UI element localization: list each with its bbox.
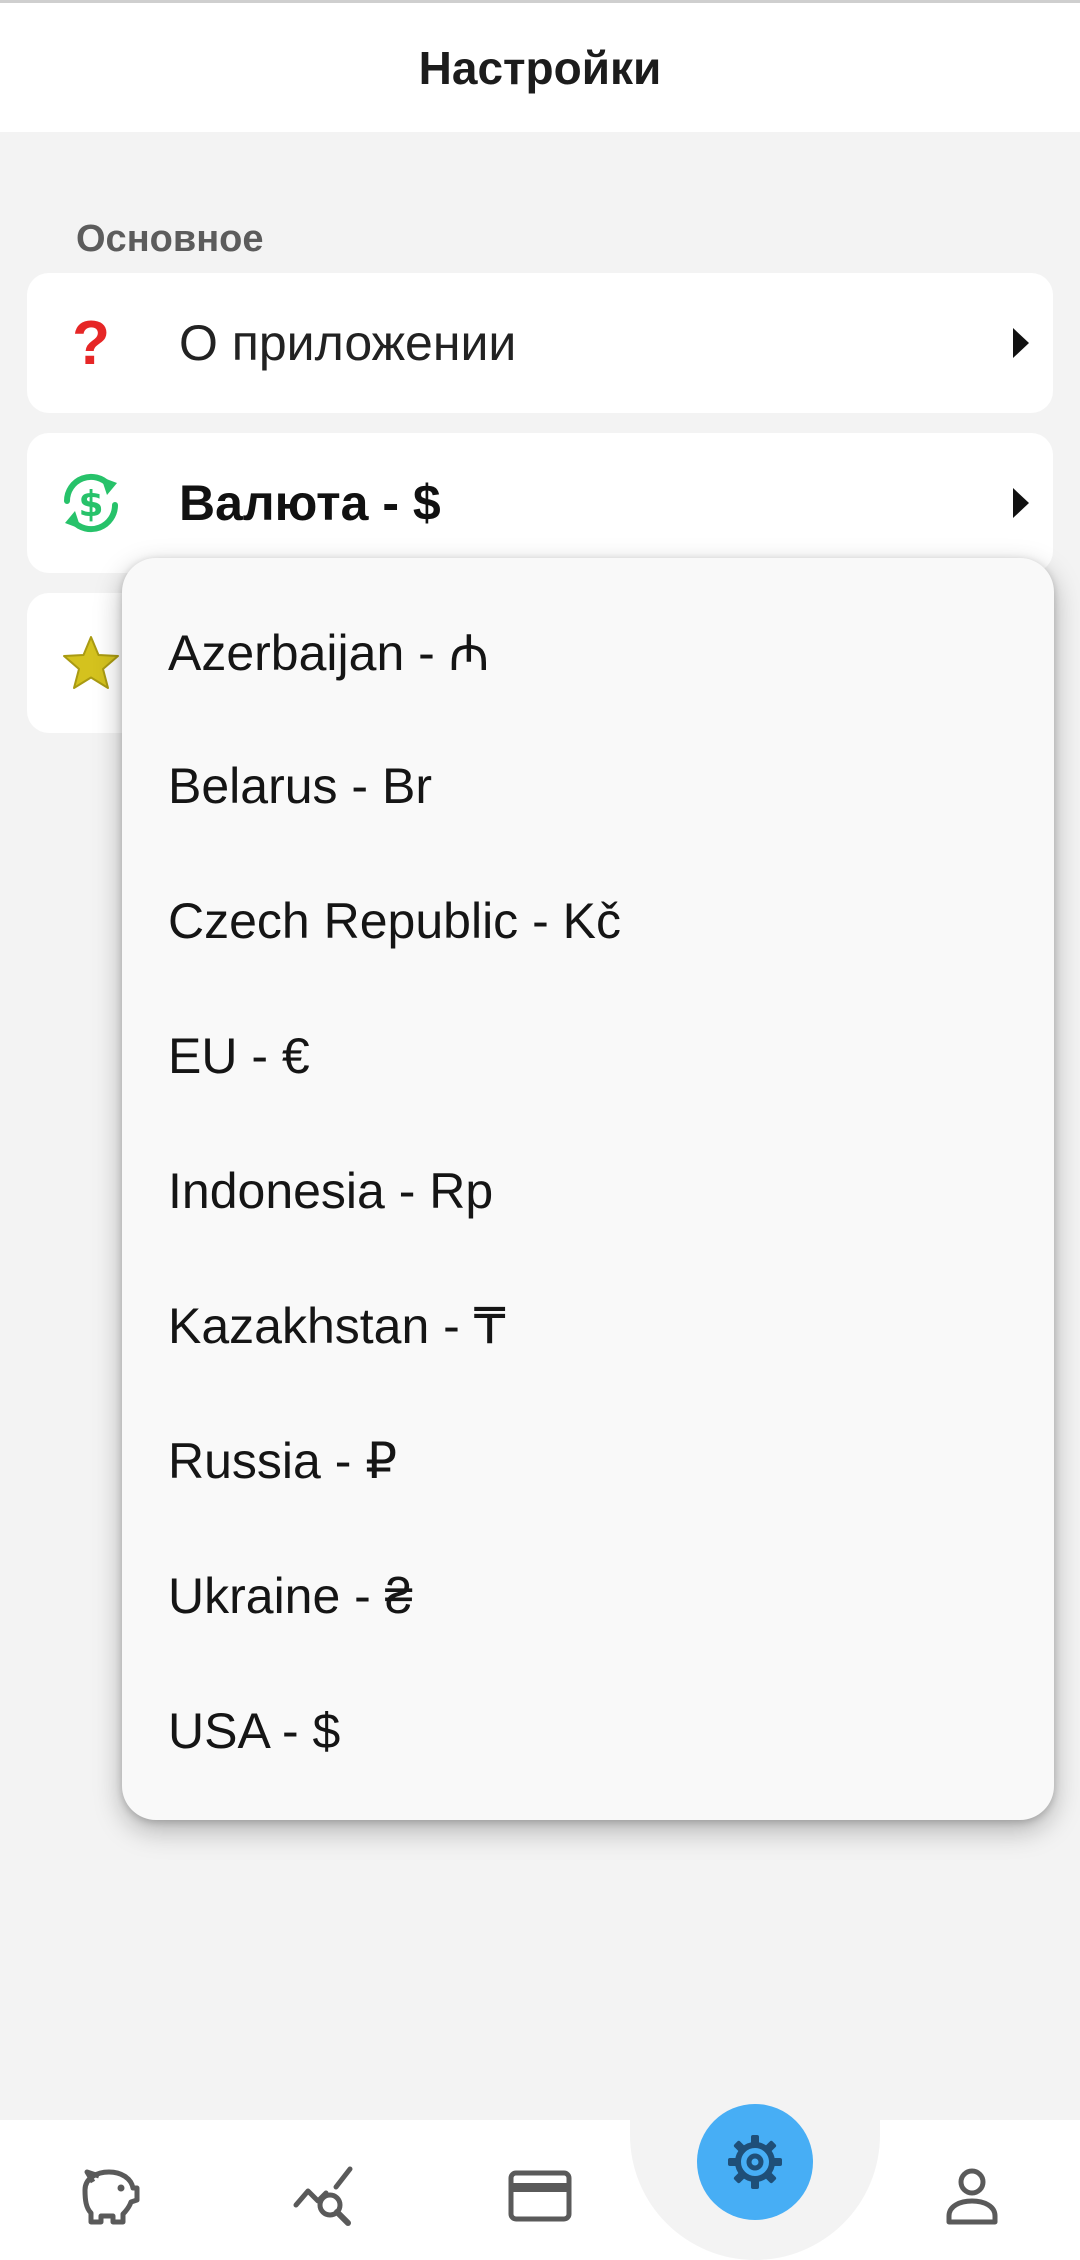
currency-option-eu[interactable]: EU - € — [122, 988, 1054, 1123]
chevron-right-icon — [1013, 328, 1029, 358]
question-icon: ? — [72, 308, 110, 378]
section-label: Основное — [76, 218, 264, 260]
currency-option-czech-republic[interactable]: Czech Republic - Kč — [122, 853, 1054, 988]
piggy-bank-icon[interactable] — [70, 2158, 146, 2234]
analytics-icon[interactable] — [287, 2158, 363, 2234]
page-title: Настройки — [418, 41, 662, 94]
currency-option-indonesia[interactable]: Indonesia - Rp — [122, 1123, 1054, 1258]
star-icon — [55, 627, 127, 699]
currency-row[interactable]: $ Валюта - $ — [27, 433, 1053, 573]
currency-option-kazakhstan[interactable]: Kazakhstan - ₸ — [122, 1258, 1054, 1393]
credit-card-icon[interactable] — [502, 2158, 578, 2234]
about-app-label: О приложении — [179, 315, 517, 371]
currency-option-belarus[interactable]: Belarus - Br — [122, 718, 1054, 853]
currency-dropdown-menu: Azerbaijan - ₼ Belarus - Br Czech Republ… — [122, 558, 1054, 1820]
currency-label: Валюта - $ — [179, 475, 441, 531]
currency-option-russia[interactable]: Russia - ₽ — [122, 1393, 1054, 1528]
currency-option-usa[interactable]: USA - $ — [122, 1663, 1054, 1798]
svg-text:$: $ — [78, 484, 103, 525]
about-app-row[interactable]: ? О приложении — [27, 273, 1053, 413]
settings-screen: Настройки Основное ? О приложении $ Валю… — [0, 0, 1080, 2260]
chevron-right-icon — [1013, 488, 1029, 518]
currency-option-ukraine[interactable]: Ukraine - ₴ — [122, 1528, 1054, 1663]
currency-option-azerbaijan[interactable]: Azerbaijan - ₼ — [122, 583, 1054, 718]
currency-exchange-icon: $ — [55, 467, 127, 539]
app-header: Настройки — [0, 0, 1080, 132]
settings-icon[interactable] — [697, 2104, 813, 2220]
profile-icon[interactable] — [934, 2158, 1010, 2234]
